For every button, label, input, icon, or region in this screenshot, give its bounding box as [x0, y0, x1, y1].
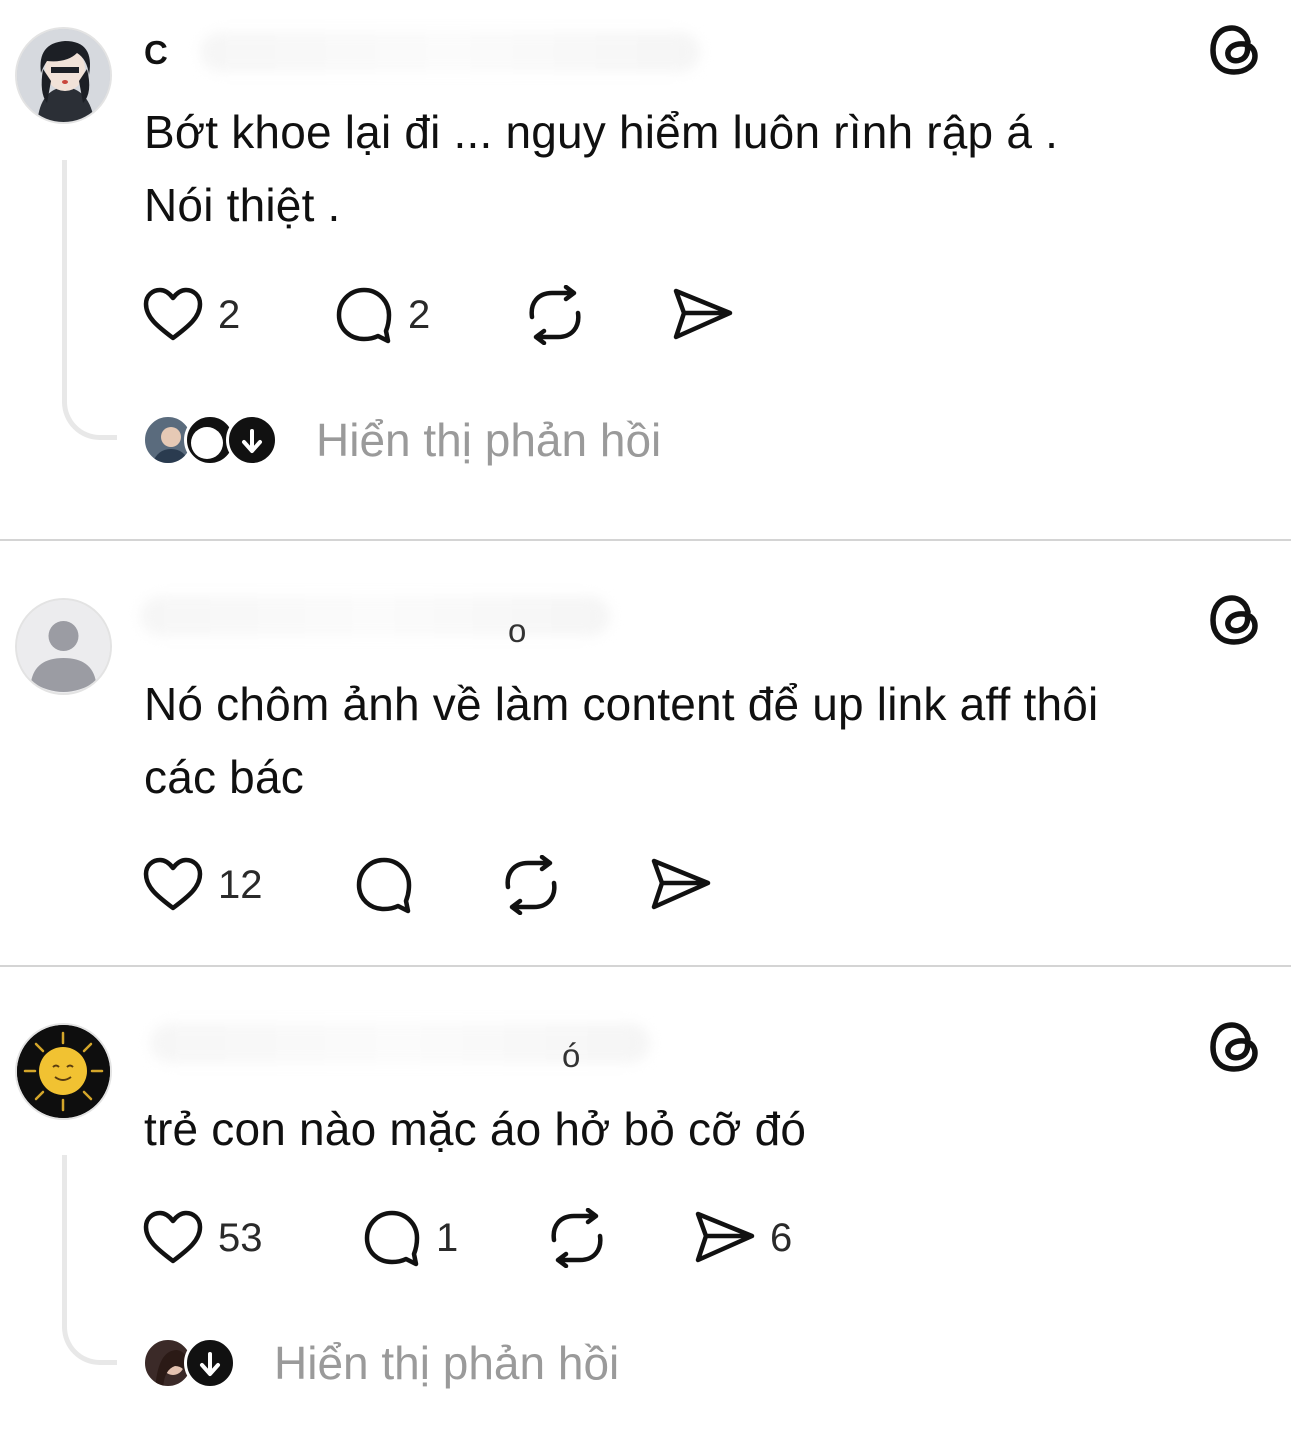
- redacted-username: [200, 32, 700, 72]
- repost-icon: [551, 1208, 603, 1268]
- sun-avatar-icon: [17, 1025, 110, 1118]
- repost-icon: [505, 855, 557, 915]
- comment-count: 1: [436, 1215, 459, 1260]
- comment-bubble-icon: [356, 857, 412, 914]
- like-count: 12: [218, 862, 263, 907]
- repost-icon: [529, 285, 581, 345]
- comment-button[interactable]: 2: [334, 285, 430, 345]
- like-button[interactable]: 12: [142, 855, 263, 915]
- thread-connector: [62, 1155, 117, 1365]
- send-icon: [695, 1211, 755, 1263]
- like-count: 2: [218, 292, 241, 337]
- like-button[interactable]: 53: [142, 1208, 263, 1268]
- thread-connector: [62, 160, 117, 440]
- threads-logo-icon[interactable]: [1206, 20, 1266, 80]
- share-button[interactable]: 6: [694, 1208, 792, 1268]
- post-text-line: Nói thiệt .: [144, 179, 341, 231]
- comment-button[interactable]: [354, 855, 414, 915]
- comment-button[interactable]: 1: [362, 1208, 458, 1268]
- avatar[interactable]: [15, 27, 112, 124]
- default-avatar-icon: [17, 600, 110, 693]
- post-text-line: các bác: [144, 751, 304, 803]
- show-replies-link[interactable]: Hiển thị phản hồi: [316, 413, 661, 467]
- post-text-line: Bớt khoe lại đi ... nguy hiểm luôn rình …: [144, 106, 1059, 158]
- share-button[interactable]: [650, 855, 712, 915]
- redacted-username: [140, 596, 610, 636]
- post-text: Nó chôm ảnh về làm content để up link af…: [144, 668, 1274, 814]
- share-count: 6: [770, 1215, 793, 1260]
- threads-logo-icon[interactable]: [1206, 1017, 1266, 1077]
- post-text-line: Nó chôm ảnh về làm content để up link af…: [144, 678, 1099, 730]
- show-replies-row[interactable]: Hiển thị phản hồi: [142, 410, 661, 470]
- expand-replies-icon: [184, 1337, 236, 1389]
- send-icon: [651, 858, 711, 910]
- username[interactable]: ó: [562, 1037, 580, 1075]
- post-divider: [0, 539, 1291, 541]
- heart-icon: [143, 1210, 203, 1264]
- comment-bubble-icon: [336, 287, 392, 344]
- show-replies-link[interactable]: Hiển thị phản hồi: [274, 1336, 619, 1390]
- send-icon: [673, 288, 733, 340]
- share-button[interactable]: [672, 285, 734, 345]
- avatar[interactable]: [15, 598, 112, 695]
- avatar-image: [17, 29, 110, 122]
- heart-icon: [143, 287, 203, 341]
- heart-icon: [143, 857, 203, 911]
- repost-button[interactable]: [524, 285, 586, 345]
- post-divider: [0, 965, 1291, 967]
- post-text: trẻ con nào mặc áo hở bỏ cỡ đó: [144, 1093, 1274, 1166]
- repost-button[interactable]: [546, 1208, 608, 1268]
- show-replies-row[interactable]: Hiển thị phản hồi: [142, 1333, 619, 1393]
- avatar[interactable]: [15, 1023, 112, 1120]
- comment-count: 2: [408, 292, 431, 337]
- post-text: Bớt khoe lại đi ... nguy hiểm luôn rình …: [144, 96, 1274, 242]
- username[interactable]: o: [508, 612, 526, 650]
- like-count: 53: [218, 1215, 263, 1260]
- post-text-line: trẻ con nào mặc áo hở bỏ cỡ đó: [144, 1103, 807, 1155]
- like-button[interactable]: 2: [142, 285, 240, 345]
- expand-replies-icon: [226, 414, 278, 466]
- comment-bubble-icon: [364, 1210, 420, 1267]
- threads-logo-icon[interactable]: [1206, 590, 1266, 650]
- username[interactable]: C: [144, 34, 168, 72]
- repost-button[interactable]: [500, 855, 562, 915]
